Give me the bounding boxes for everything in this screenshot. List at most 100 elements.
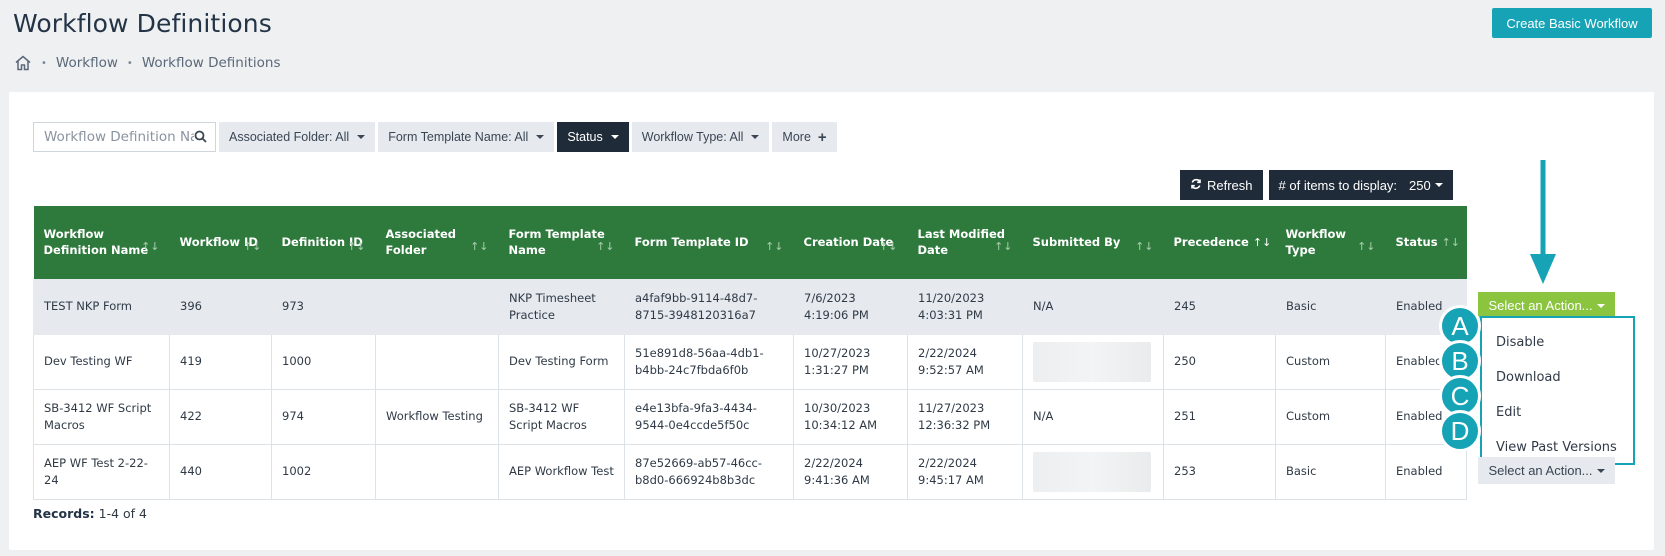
cell-last-modified-date: 11/27/2023 12:36:32 PM <box>907 388 1023 445</box>
sort-icon: ↑↓ <box>347 239 366 253</box>
menu-item-edit[interactable]: Edit <box>1482 395 1633 430</box>
cell-workflow-type: Basic <box>1275 278 1386 335</box>
search-box[interactable] <box>33 122 216 152</box>
column-header[interactable]: Creation Date ↑↓ <box>793 206 908 279</box>
column-header[interactable]: Definition ID ↑↓ <box>271 206 376 279</box>
sort-icon: ↑↓ <box>765 239 784 253</box>
cell-form-template-name: AEP Workflow Test <box>498 443 625 500</box>
caret-down-icon <box>751 135 760 139</box>
column-header[interactable]: Submitted By ↑↓ <box>1022 206 1164 279</box>
cell-workflow-type: Custom <box>1275 333 1386 390</box>
create-basic-workflow-button[interactable]: Create Basic Workflow <box>1492 8 1652 38</box>
filter-workflow-type[interactable]: Workflow Type: All <box>631 122 770 152</box>
items-per-page-label: # of items to display: <box>1278 177 1398 193</box>
cell-form-template-id: a4faf9bb-9114-48d7-8715-3948120316a7 <box>624 278 794 335</box>
sort-ascending-icon: ↑↓ <box>1252 235 1272 249</box>
table-toolbar: Refresh # of items to display: 250 <box>1180 170 1453 200</box>
cell-workflow-type: Custom <box>1275 388 1386 445</box>
breadcrumb-workflow[interactable]: Workflow <box>56 55 118 71</box>
column-header-label: Status <box>1395 234 1438 249</box>
select-action-label: Select an Action... <box>1488 298 1593 313</box>
cell-creation-date: 10/27/2023 1:31:27 PM <box>793 333 908 390</box>
arrow-down-icon <box>1530 160 1556 284</box>
column-header[interactable]: Form Template Name ↑↓ <box>498 206 625 279</box>
cell-last-modified-date: 2/22/2024 9:45:17 AM <box>907 443 1023 500</box>
cell-submitted-by: N/A <box>1022 278 1164 335</box>
sort-icon: ↑↓ <box>243 239 262 253</box>
filter-form-template-name[interactable]: Form Template Name: All <box>378 122 555 152</box>
cell-precedence: 245 <box>1163 278 1276 335</box>
table-row[interactable]: SB-3412 WF Script Macros 422 974 Workflo… <box>33 388 1467 445</box>
column-header-label: Form Template Name <box>508 227 605 258</box>
refresh-label: Refresh <box>1207 177 1253 193</box>
filter-associated-folder-label: Associated Folder: All <box>229 130 350 144</box>
breadcrumb-workflow-definitions: Workflow Definitions <box>141 55 281 71</box>
cell-definition-name: TEST NKP Form <box>33 278 170 335</box>
menu-item-download[interactable]: Download <box>1482 360 1633 395</box>
cell-definition-id: 973 <box>271 278 376 335</box>
records-count: Records: 1-4 of 4 <box>33 506 147 521</box>
filter-form-template-label: Form Template Name: All <box>388 130 529 144</box>
column-header-label: Form Template ID <box>634 235 749 250</box>
workflow-definitions-table: Workflow Definition Name ↑↓ Workflow ID ↑↓… <box>33 206 1467 500</box>
cell-creation-date: 10/30/2023 10:34:12 AM <box>793 388 908 445</box>
table-row[interactable]: AEP WF Test 2-22-24 440 1002 AEP Workflo… <box>33 443 1467 500</box>
redacted-submitter <box>1033 341 1151 382</box>
caret-down-icon <box>536 135 545 139</box>
cell-definition-name: SB-3412 WF Script Macros <box>33 388 170 445</box>
cell-submitted-by: N/A <box>1022 388 1164 445</box>
cell-associated-folder <box>375 333 499 390</box>
column-header[interactable]: Workflow Definition Name ↑↓ <box>33 206 170 279</box>
cell-form-template-name: NKP Timesheet Practice <box>498 278 625 335</box>
column-header[interactable]: Form Template ID ↑↓ <box>624 206 794 279</box>
cell-form-template-name: SB-3412 WF Script Macros <box>498 388 625 445</box>
select-action-button[interactable]: Select an Action... <box>1478 292 1615 319</box>
refresh-button[interactable]: Refresh <box>1180 170 1263 200</box>
records-value: 1-4 of 4 <box>98 506 148 521</box>
cell-form-template-id: 51e891d8-56aa-4db1-b4bb-24c7fbda6f0b <box>624 333 794 390</box>
breadcrumb-separator: • <box>41 57 47 69</box>
cell-workflow-id: 422 <box>169 388 272 445</box>
plus-icon: + <box>817 128 827 146</box>
page-title: Workflow Definitions <box>13 9 272 38</box>
column-header[interactable]: Workflow Type ↑↓ <box>1275 206 1386 279</box>
cell-definition-id: 1000 <box>271 333 376 390</box>
sort-icon: ↑↓ <box>994 239 1013 253</box>
column-header[interactable]: Last Modified Date ↑↓ <box>907 206 1023 279</box>
cell-precedence: 250 <box>1163 333 1276 390</box>
caret-down-icon <box>1596 303 1605 308</box>
cell-form-template-name: Dev Testing Form <box>498 333 625 390</box>
caret-down-icon <box>1596 468 1605 473</box>
sort-icon: ↑↓ <box>879 239 898 253</box>
filter-more[interactable]: More + <box>772 122 837 152</box>
table-header-row: Workflow Definition Name ↑↓ Workflow ID ↑↓… <box>33 206 1467 279</box>
cell-submitted-by <box>1022 333 1164 390</box>
table-row[interactable]: Dev Testing WF 419 1000 Dev Testing Form… <box>33 333 1467 390</box>
breadcrumb: • Workflow • Workflow Definitions <box>14 54 281 72</box>
home-icon[interactable] <box>14 54 32 72</box>
items-per-page-dropdown[interactable]: # of items to display: 250 <box>1268 170 1453 200</box>
filter-workflow-type-label: Workflow Type: All <box>641 130 744 144</box>
search-icon[interactable] <box>194 128 207 147</box>
column-header[interactable]: Associated Folder ↑↓ <box>375 206 499 279</box>
search-input[interactable] <box>44 129 194 145</box>
sort-icon: ↑↓ <box>470 239 489 253</box>
cell-definition-name: AEP WF Test 2-22-24 <box>33 443 170 500</box>
select-action-button[interactable]: Select an Action... <box>1478 457 1615 484</box>
cell-definition-id: 1002 <box>271 443 376 500</box>
redacted-submitter <box>1033 451 1151 492</box>
column-header[interactable]: Precedence ↑↓ <box>1163 206 1276 279</box>
cell-workflow-type: Basic <box>1275 443 1386 500</box>
column-header-label: Precedence <box>1173 234 1249 249</box>
items-per-page-value: 250 <box>1409 177 1431 193</box>
column-header[interactable]: Status ↑↓ <box>1385 206 1467 279</box>
cell-last-modified-date: 2/22/2024 9:52:57 AM <box>907 333 1023 390</box>
refresh-icon <box>1190 178 1202 193</box>
cell-workflow-id: 419 <box>169 333 272 390</box>
column-header[interactable]: Workflow ID ↑↓ <box>169 206 272 279</box>
table-row[interactable]: TEST NKP Form 396 973 NKP Timesheet Prac… <box>33 278 1467 335</box>
filter-status[interactable]: Status <box>557 122 629 152</box>
menu-item-disable[interactable]: Disable <box>1482 325 1633 360</box>
filter-associated-folder[interactable]: Associated Folder: All <box>219 122 376 152</box>
cell-last-modified-date: 11/20/2023 4:03:31 PM <box>907 278 1023 335</box>
